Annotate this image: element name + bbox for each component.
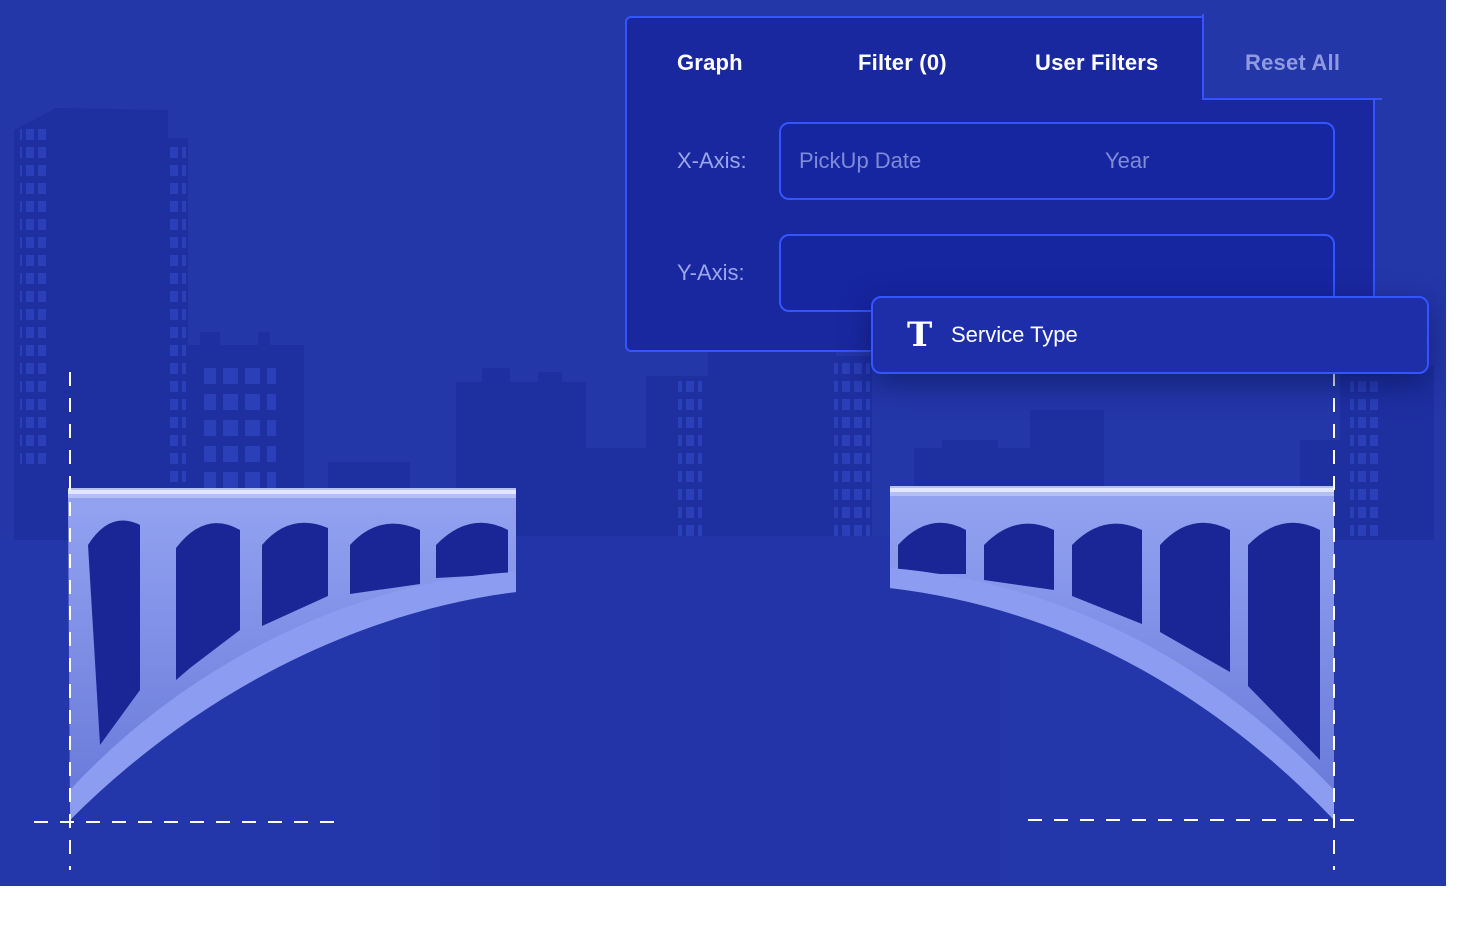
x-axis-drop-field[interactable]: PickUp Date Year	[779, 122, 1335, 200]
tab-user-filters[interactable]: User Filters	[1035, 16, 1158, 102]
x-axis-label: X-Axis:	[677, 148, 747, 173]
x-axis-chip-year[interactable]: Year	[1105, 148, 1149, 174]
reset-all-button[interactable]: Reset All	[1245, 16, 1340, 102]
tab-graph[interactable]: Graph	[677, 16, 743, 102]
service-type-label: Service Type	[951, 322, 1078, 347]
service-type-drag-item[interactable]: T Service Type	[871, 296, 1429, 374]
text-type-icon: T	[907, 315, 933, 355]
panel-tabs: Graph Filter (0) User Filters Reset All	[625, 14, 1382, 102]
y-axis-label: Y-Axis:	[677, 260, 745, 285]
hero-scene: Graph Filter (0) User Filters Reset All …	[0, 0, 1446, 886]
tab-filter[interactable]: Filter (0)	[858, 16, 947, 102]
x-axis-chip-pickup-date[interactable]: PickUp Date	[799, 148, 921, 174]
